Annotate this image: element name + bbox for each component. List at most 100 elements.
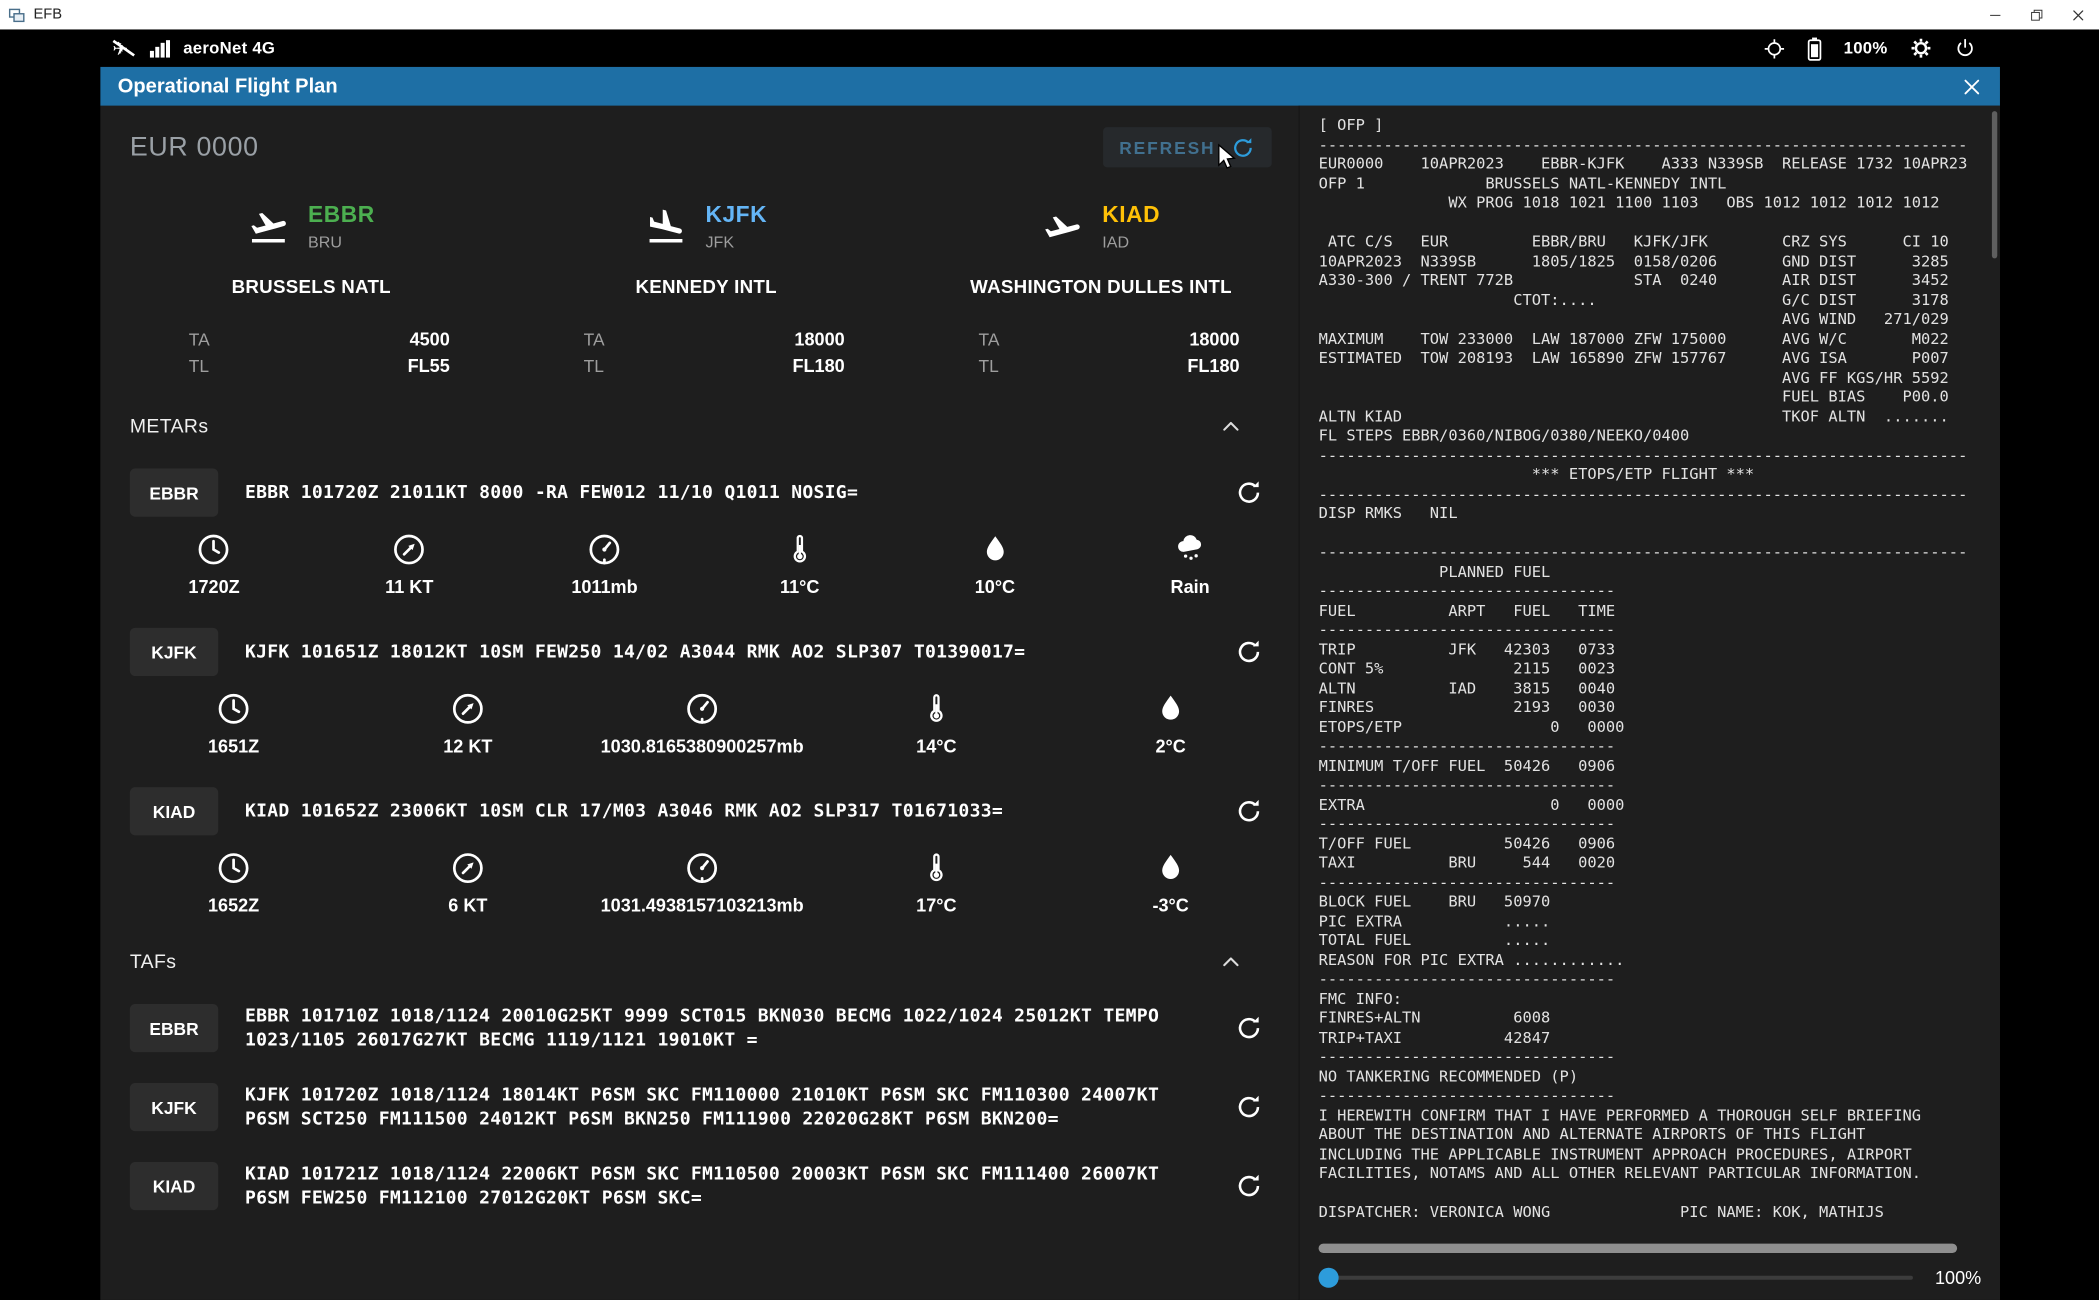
- transition-levels-row: TA4500 TLFL55 TA18000 TLFL180 TA18000 TL…: [114, 327, 1299, 381]
- metar-weather: Rain: [1093, 531, 1288, 597]
- metar-pressure: 1011mb: [507, 531, 702, 597]
- maximize-icon: [2029, 7, 2044, 22]
- metar-raw-text: KJFK 101651Z 18012KT 10SM FEW250 14/02 A…: [245, 640, 1210, 664]
- metar-raw-text: KIAD 101652Z 23006KT 10SM CLR 17/M03 A30…: [245, 799, 1210, 823]
- metar-station-button-ebbr[interactable]: EBBR: [130, 469, 218, 517]
- taf-refresh-icon-ebbr[interactable]: [1234, 1013, 1263, 1042]
- dialog-title: Operational Flight Plan: [118, 75, 338, 98]
- levels-alternate: TA18000 TLFL180: [904, 327, 1299, 381]
- refresh-button-label: REFRESH: [1119, 137, 1215, 157]
- airplane-mode-off-icon: ✈: [112, 39, 136, 58]
- destination-icao: KJFK: [705, 202, 767, 229]
- airport-alternate: KIAD IAD: [904, 202, 1299, 252]
- ofp-dialog: Operational Flight Plan EUR 0000 REFRESH: [100, 67, 2000, 1300]
- signal-strength-icon: [150, 39, 170, 56]
- taf-row-kjfk: KJFK KJFK 101720Z 1018/1124 18014KT P6SM…: [130, 1083, 1264, 1131]
- tafs-section-header: TAFs: [130, 950, 1242, 973]
- tl-value: FL180: [792, 353, 844, 380]
- close-icon: [2071, 7, 2086, 22]
- ofp-text-panel: [ OFP ] --------------------------------…: [1298, 106, 1999, 1300]
- ofp-vertical-scrollbar[interactable]: [1992, 111, 1997, 1230]
- airport-departure: EBBR BRU: [114, 202, 509, 252]
- refresh-button[interactable]: REFRESH: [1103, 127, 1272, 167]
- ofp-zoom-slider[interactable]: [1319, 1275, 1914, 1279]
- metar-refresh-icon-kiad[interactable]: [1234, 796, 1263, 825]
- taf-refresh-icon-kiad[interactable]: [1234, 1171, 1263, 1200]
- taf-row-kiad: KIAD KIAD 101721Z 1018/1124 22006KT P6SM…: [130, 1162, 1264, 1210]
- landing-icon: [645, 206, 686, 247]
- clock-icon: [216, 691, 252, 727]
- clock-icon: [196, 531, 232, 567]
- ofp-zoom-row: 100%: [1319, 1265, 1982, 1289]
- airport-destination: KJFK JFK: [509, 202, 904, 252]
- settings-gear-icon[interactable]: [1909, 36, 1933, 60]
- ta-label: TA: [584, 327, 605, 354]
- taf-station-button-kjfk[interactable]: KJFK: [130, 1083, 218, 1131]
- close-window-button[interactable]: [2058, 0, 2099, 29]
- tl-value: FL180: [1187, 353, 1239, 380]
- metar-row-kjfk: KJFK KJFK 101651Z 18012KT 10SM FEW250 14…: [130, 628, 1264, 676]
- thermometer-icon: [918, 850, 954, 886]
- battery-percent: 100%: [1844, 39, 1888, 58]
- close-dialog-button[interactable]: [1961, 76, 1982, 97]
- taf-raw-text: EBBR 101710Z 1018/1124 20010G25KT 9999 S…: [245, 1004, 1210, 1052]
- metar-row-ebbr: EBBR EBBR 101720Z 21011KT 8000 -RA FEW01…: [130, 469, 1264, 517]
- metar-time: 1720Z: [116, 531, 311, 597]
- window-titlebar: EFB: [0, 0, 2099, 29]
- collapse-tafs-chevron-icon[interactable]: [1220, 950, 1243, 973]
- metar-dewpoint: 10°C: [897, 531, 1092, 597]
- droplet-icon: [1153, 850, 1189, 886]
- ofp-horizontal-scrollbar[interactable]: [1319, 1244, 1958, 1253]
- ofp-zoom-slider-thumb[interactable]: [1319, 1267, 1339, 1287]
- ta-value: 4500: [410, 327, 450, 354]
- rain-icon: [1172, 531, 1208, 567]
- metar-time: 1651Z: [116, 691, 350, 757]
- metar-temperature: 14°C: [819, 691, 1053, 757]
- metar-refresh-icon-kjfk[interactable]: [1234, 637, 1263, 666]
- metar-decoded-kiad: 1652Z 6 KT 1031.4938157103213mb 17°C -3°…: [116, 850, 1287, 916]
- flight-callsign: EUR 0000: [130, 132, 259, 163]
- pressure-gauge-icon: [684, 691, 720, 727]
- alternate-iata: IAD: [1102, 233, 1160, 252]
- airplane-icon: [1042, 206, 1083, 247]
- efb-app-icon: [8, 6, 25, 23]
- taf-station-button-ebbr[interactable]: EBBR: [130, 1004, 218, 1052]
- takeoff-icon: [248, 206, 289, 247]
- collapse-metars-chevron-icon[interactable]: [1220, 415, 1243, 438]
- metar-station-button-kjfk[interactable]: KJFK: [130, 628, 218, 676]
- metar-time: 1652Z: [116, 850, 350, 916]
- metar-temperature: 17°C: [819, 850, 1053, 916]
- thermometer-icon: [918, 691, 954, 727]
- ofp-zoom-value: 100%: [1935, 1267, 1981, 1287]
- power-icon[interactable]: [1954, 37, 1975, 58]
- metars-section-header: METARs: [130, 415, 1242, 438]
- ofp-vertical-scrollbar-thumb[interactable]: [1992, 111, 1997, 258]
- device-statusbar: ✈ aeroNet 4G 100%: [0, 32, 2099, 64]
- metar-decoded-ebbr: 1720Z 11 KT 1011mb 11°C 10°C Rain: [116, 531, 1287, 597]
- minimize-button[interactable]: [1975, 0, 2016, 29]
- metar-wind: 12 KT: [351, 691, 585, 757]
- taf-raw-text: KJFK 101720Z 1018/1124 18014KT P6SM SKC …: [245, 1083, 1210, 1131]
- levels-departure: TA4500 TLFL55: [114, 327, 509, 381]
- metar-wind: 6 KT: [351, 850, 585, 916]
- battery-icon: [1807, 35, 1822, 60]
- tl-label: TL: [584, 353, 604, 380]
- network-name: aeroNet 4G: [183, 39, 275, 58]
- metar-pressure: 1030.8165380900257mb: [585, 691, 819, 757]
- levels-destination: TA18000 TLFL180: [509, 327, 904, 381]
- maximize-button[interactable]: [2016, 0, 2057, 29]
- metar-dewpoint: 2°C: [1054, 691, 1288, 757]
- metar-dewpoint: -3°C: [1054, 850, 1288, 916]
- thermometer-icon: [782, 531, 818, 567]
- alternate-icao: KIAD: [1102, 202, 1160, 229]
- airport-names-row: BRUSSELS NATL KENNEDY INTL WASHINGTON DU…: [114, 276, 1299, 297]
- departure-iata: BRU: [308, 233, 375, 252]
- pressure-gauge-icon: [586, 531, 622, 567]
- tl-label: TL: [189, 353, 209, 380]
- metar-decoded-kjfk: 1651Z 12 KT 1030.8165380900257mb 14°C 2°…: [116, 691, 1287, 757]
- taf-refresh-icon-kjfk[interactable]: [1234, 1092, 1263, 1121]
- metar-refresh-icon-ebbr[interactable]: [1234, 478, 1263, 507]
- metar-station-button-kiad[interactable]: KIAD: [130, 787, 218, 835]
- taf-station-button-kiad[interactable]: KIAD: [130, 1162, 218, 1210]
- ta-value: 18000: [1189, 327, 1239, 354]
